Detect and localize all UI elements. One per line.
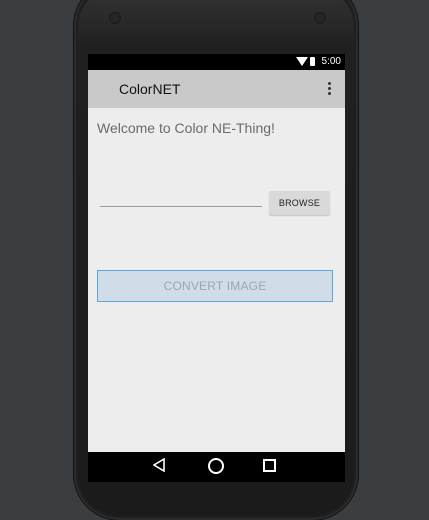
app-bar: ColorNET [88,70,345,108]
phone-screen: 5:00 ColorNET Welcome to Color NE-Thing!… [88,54,345,482]
welcome-text: Welcome to Color NE-Thing! [97,120,275,136]
file-path-input[interactable] [100,192,262,207]
wifi-icon [296,57,308,66]
navigation-bar [88,452,345,482]
more-vert-icon[interactable] [328,82,331,96]
status-time: 5:00 [321,56,341,67]
status-bar: 5:00 [88,54,345,70]
app-title: ColorNET [119,81,181,97]
home-icon[interactable] [208,458,224,474]
battery-icon [310,57,315,66]
phone-sensor-left [109,12,121,24]
convert-image-button[interactable]: CONVERT IMAGE [97,270,333,302]
recents-icon[interactable] [263,459,276,472]
back-icon[interactable] [153,458,165,472]
browse-button[interactable]: BROWSE [269,191,330,215]
phone-sensor-right [314,12,326,24]
